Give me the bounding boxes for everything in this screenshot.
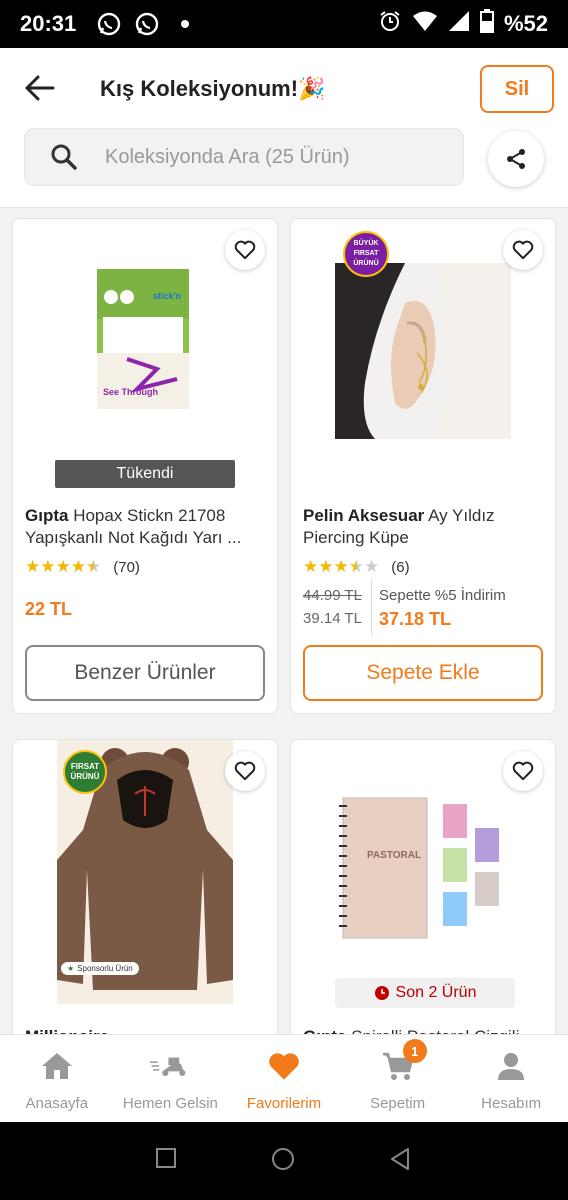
product-name[interactable]: Pelin Aksesuar Ay Yıldız Piercing Küpe [303, 505, 543, 551]
star-half-icon: ★ [348, 557, 364, 576]
heart-outline-icon [512, 761, 534, 781]
price-divider [371, 579, 372, 635]
product-brand: Gıpta [25, 506, 69, 525]
nav-label: Sepetim [370, 1095, 426, 1112]
star-icon: ★ [40, 557, 56, 576]
old-price: 44.99 TL [303, 587, 362, 604]
star-icon: ★ [333, 557, 349, 576]
whatsapp-icon [132, 9, 162, 39]
rating: ★ ★ ★ ★ ★ (6) [303, 557, 410, 577]
bottom-navigation: Anasayfa Hemen Gelsin Favorilerim 1 Sepe… [0, 1034, 568, 1122]
battery-icon [479, 9, 494, 39]
basket-discount-label: Sepette %5 İndirim [379, 587, 506, 604]
app-header: Kış Koleksiyonum!🎉 Sil Koleksiyonda Ara … [0, 48, 568, 208]
delete-button[interactable]: Sil [480, 65, 554, 113]
image-cover-text: PASTORAL [367, 850, 421, 861]
low-stock-text: Son 2 Ürün [395, 984, 477, 1001]
sponsored-text: Sponsorlu Ürün [77, 964, 133, 973]
product-image[interactable]: PASTORAL [335, 784, 511, 960]
heart-icon [264, 1049, 304, 1083]
star-icon: ★ [55, 557, 71, 576]
system-navigation-bar [0, 1122, 568, 1200]
notification-dot-icon [170, 9, 200, 39]
stock-status-badge: Tükendi [55, 460, 235, 488]
favorite-button[interactable] [225, 230, 265, 270]
alarm-icon [378, 9, 402, 39]
home-system-button[interactable] [269, 1145, 297, 1178]
nav-account[interactable]: Hesabım [454, 1035, 568, 1122]
big-deal-badge: BÜYÜK FIRSAT ÜRÜNÜ [343, 231, 389, 277]
product-card[interactable]: FIRSAT ÜRÜNÜ ★ Sponsorlu Ürün Millionair… [12, 739, 278, 1059]
clock: 20:31 [20, 11, 77, 36]
share-button[interactable] [488, 131, 544, 187]
back-button[interactable] [20, 68, 60, 108]
add-to-cart-button[interactable]: Sepete Ekle [303, 645, 543, 701]
back-system-button[interactable] [386, 1145, 414, 1178]
nav-home[interactable]: Anasayfa [0, 1035, 114, 1122]
product-price: 22 TL [25, 599, 73, 619]
nav-label: Hesabım [481, 1095, 542, 1112]
heart-outline-icon [512, 240, 534, 260]
whatsapp-icon [94, 9, 124, 39]
badge-text: FIRSAT ÜRÜNÜ [70, 762, 100, 781]
favorite-button[interactable] [503, 230, 543, 270]
favorite-button[interactable] [225, 751, 265, 791]
similar-products-button[interactable]: Benzer Ürünler [25, 645, 265, 701]
user-icon [491, 1049, 531, 1083]
product-card[interactable]: stick'n See Through Tükendi Gıpta Hopax … [12, 218, 278, 714]
star-icon: ★ [67, 964, 75, 973]
nav-cart[interactable]: 1 Sepetim [341, 1035, 455, 1122]
nav-quick-delivery[interactable]: Hemen Gelsin [114, 1035, 228, 1122]
nav-label: Favorilerim [246, 1095, 322, 1112]
low-stock-badge: Son 2 Ürün [335, 978, 515, 1008]
signal-icon [448, 10, 470, 38]
product-image[interactable] [335, 263, 511, 439]
star-icon: ★ [25, 557, 41, 576]
image-logo-text: stick'n [153, 291, 181, 301]
battery-level: %52 [503, 11, 548, 36]
star-icon: ★ [70, 557, 86, 576]
product-card[interactable]: PASTORAL Son 2 Ürün Gıpta Spiralli Pasto… [290, 739, 556, 1059]
star-half-icon: ★ [86, 557, 102, 576]
product-name[interactable]: Gıpta Hopax Stickn 21708 Yapışkanlı Not … [25, 505, 265, 551]
circle-icon [271, 1147, 294, 1170]
share-icon [507, 149, 525, 169]
sponsored-label: ★ Sponsorlu Ürün [61, 962, 139, 975]
deal-badge: FIRSAT ÜRÜNÜ [63, 750, 107, 794]
star-icon: ★ [318, 557, 334, 576]
image-title-text: See Through [103, 387, 158, 397]
search-placeholder: Koleksiyonda Ara (25 Ürün) [105, 145, 350, 168]
home-icon [37, 1049, 77, 1083]
product-brand: Pelin Aksesuar [303, 506, 425, 525]
scooter-icon [150, 1049, 190, 1083]
square-icon [156, 1147, 177, 1168]
nav-label: Hemen Gelsin [122, 1095, 218, 1112]
review-count: (70) [113, 558, 140, 576]
arrow-left-icon [25, 75, 55, 101]
status-bar: 20:31 %52 [0, 0, 568, 48]
badge-text: BÜYÜK FIRSAT ÜRÜNÜ [353, 240, 379, 267]
wifi-icon [412, 10, 438, 38]
star-empty-icon: ★ [364, 557, 380, 576]
nav-favorites[interactable]: Favorilerim [227, 1035, 341, 1122]
review-count: (6) [391, 558, 410, 576]
basket-price: 37.18 TL [379, 609, 452, 629]
product-price: 39.14 TL [303, 610, 362, 627]
star-icon: ★ [303, 557, 319, 576]
clock-icon [374, 986, 389, 1000]
favorite-button[interactable] [503, 751, 543, 791]
heart-outline-icon [234, 240, 256, 260]
recent-apps-button[interactable] [154, 1146, 180, 1177]
rating: ★ ★ ★ ★ ★ (70) [25, 557, 140, 577]
search-icon [49, 142, 79, 172]
cart-count-badge: 1 [402, 1039, 427, 1063]
triangle-back-icon [390, 1147, 409, 1170]
search-input[interactable]: Koleksiyonda Ara (25 Ürün) [24, 128, 464, 186]
product-card[interactable]: BÜYÜK FIRSAT ÜRÜNÜ Pelin Aksesuar Ay Yıl… [290, 218, 556, 714]
heart-outline-icon [234, 761, 256, 781]
nav-label: Anasayfa [25, 1095, 89, 1112]
product-image[interactable]: stick'n See Through [97, 269, 189, 433]
page-title: Kış Koleksiyonum!🎉 [100, 76, 326, 101]
